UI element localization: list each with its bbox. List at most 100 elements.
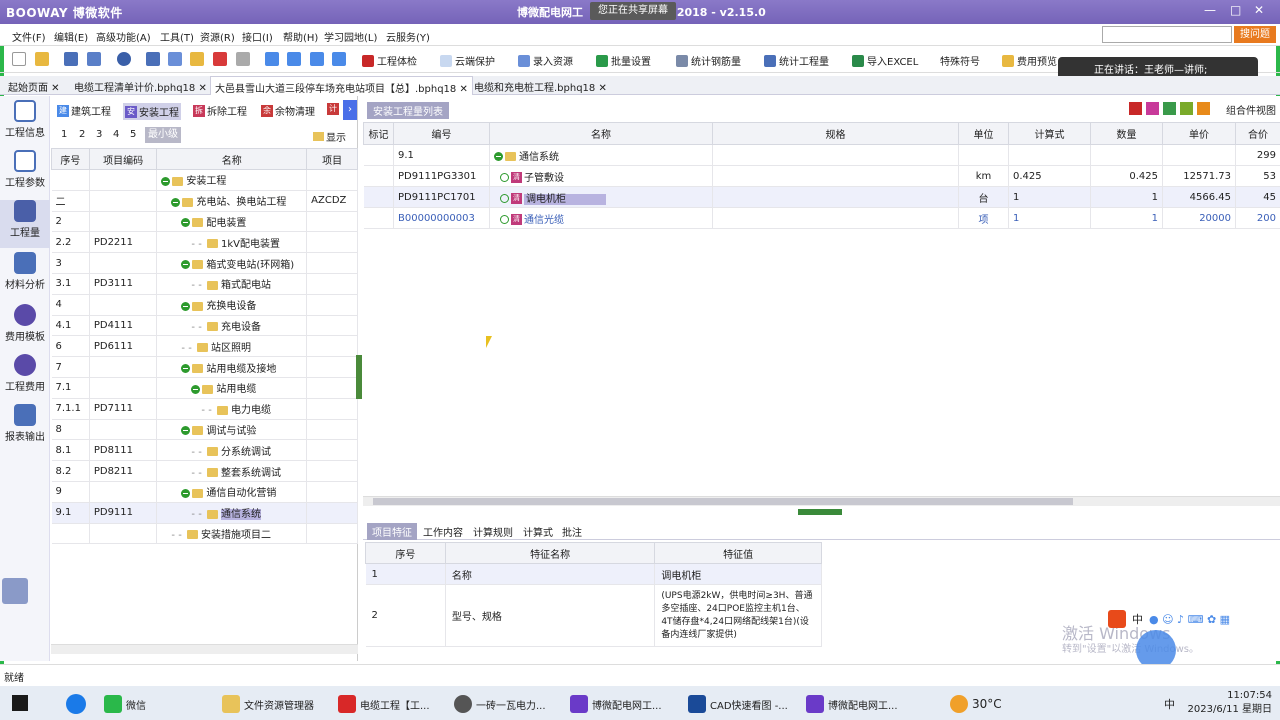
special-symbol-button[interactable]: 特殊符号 xyxy=(940,53,980,68)
qty-value[interactable]: 1 xyxy=(1090,186,1163,208)
level-4[interactable]: 4 xyxy=(113,129,119,140)
quantity-row[interactable]: 9.1 通信系统 299 xyxy=(363,144,1280,166)
collapse-icon[interactable] xyxy=(181,488,191,498)
tree-row[interactable]: 7 站用电缆及接地 xyxy=(51,356,358,378)
tree-row[interactable]: - - 安装措施项目二 xyxy=(51,523,358,545)
copy-icon[interactable] xyxy=(168,52,182,66)
tree-row[interactable]: 9.1 PD9111- - 通信系统 xyxy=(51,502,358,524)
menu-resources[interactable]: 资源(R) xyxy=(200,29,235,44)
arrow-down-icon[interactable] xyxy=(287,52,301,66)
tree-row[interactable]: 8.2 PD8211- - 整套系统调试 xyxy=(51,460,358,482)
tree-name[interactable]: - - 充电设备 xyxy=(156,315,308,337)
tree-name[interactable]: - - 分系统调试 xyxy=(156,439,308,462)
qty-value[interactable] xyxy=(1090,144,1163,166)
task-bowei-1[interactable]: 博微配电网工... xyxy=(570,695,662,713)
tree-row[interactable]: 二 充电站、换电站工程 AZCDZ xyxy=(51,190,358,212)
qty-unit[interactable]: km xyxy=(958,165,1009,187)
tree-row[interactable]: 3.1 PD3111- - 箱式配电站 xyxy=(51,273,358,295)
search-input[interactable] xyxy=(1102,26,1232,43)
quantity-row[interactable]: PD9111PG3301 清子管敷设 km 0.425 0.425 12571.73 53 xyxy=(363,165,1280,187)
share-notice[interactable]: 您正在共享屏幕 xyxy=(590,2,676,20)
tab-notes[interactable]: 批注 xyxy=(562,524,582,539)
tab-work-content[interactable]: 工作内容 xyxy=(423,524,463,539)
tree-name[interactable]: 调试与试验 xyxy=(156,419,308,441)
tree-row[interactable]: 7.1 站用电缆 xyxy=(51,377,358,399)
display-button[interactable]: 显示 xyxy=(313,129,346,144)
tab-formula[interactable]: 计算式 xyxy=(523,524,553,539)
collapse-icon[interactable] xyxy=(181,364,191,374)
qty-spec[interactable] xyxy=(712,144,959,166)
panel-splitter[interactable] xyxy=(356,355,362,399)
task-cad[interactable]: CAD快速看图 -... xyxy=(688,695,788,713)
stat-rebar-button[interactable]: 统计钢筋量 xyxy=(676,53,741,68)
tree-row[interactable]: 2.2 PD2211- - 1kV配电装置 xyxy=(51,231,358,254)
batch-settings-button[interactable]: 批量设置 xyxy=(596,53,651,68)
expand-icon[interactable] xyxy=(500,194,509,203)
save-as-icon[interactable] xyxy=(87,52,101,66)
windows-start-icon[interactable] xyxy=(12,695,28,711)
tree-row[interactable]: 9 通信自动化营销 xyxy=(51,481,358,503)
tree-name[interactable]: 充电站、换电站工程 xyxy=(156,190,308,212)
qty-price[interactable]: 4566.45 xyxy=(1162,186,1236,208)
tree-name[interactable]: 充换电设备 xyxy=(156,294,308,316)
tree-name[interactable]: - - 整套系统调试 xyxy=(156,460,308,482)
tree-row[interactable]: 8 调试与试验 xyxy=(51,419,358,441)
collapse-icon[interactable] xyxy=(181,301,191,311)
level-3[interactable]: 3 xyxy=(96,129,102,140)
qty-formula[interactable] xyxy=(1008,144,1091,166)
qty-code[interactable]: 9.1 xyxy=(393,144,490,166)
feature-value[interactable]: (UPS电源2kW，供电时间≥3H、普通多空插座、24口POE监控主机1台、4T… xyxy=(654,584,822,647)
qty-name[interactable]: 清调电机柜 xyxy=(489,186,713,208)
qty-unit[interactable]: 台 xyxy=(958,186,1009,208)
feature-value[interactable]: 调电机柜 xyxy=(654,563,822,585)
collapse-icon[interactable] xyxy=(171,197,181,207)
tree-name[interactable]: - - 通信系统 xyxy=(156,502,308,524)
level-2[interactable]: 2 xyxy=(79,129,85,140)
menu-edit[interactable]: 编辑(E) xyxy=(54,29,88,44)
tab-install[interactable]: 安安装工程 xyxy=(123,103,181,120)
quantity-row[interactable]: B00000000003 清通信光缆项 1 1 20000 200 xyxy=(363,207,1280,229)
tab-main-project[interactable]: 大邑县雪山大道三段停车场充电站项目【总】.bphq18 ✕ xyxy=(210,76,473,95)
tree-name[interactable]: - - 电力电缆 xyxy=(156,398,308,420)
minimize-button[interactable]: — xyxy=(1204,3,1216,17)
cut-icon[interactable] xyxy=(146,52,160,66)
tab-features[interactable]: 项目特征 xyxy=(367,523,417,540)
qty-unit[interactable] xyxy=(958,144,1009,166)
tab-calc-rules[interactable]: 计算规则 xyxy=(473,524,513,539)
nav-project-fee[interactable]: 工程费用 xyxy=(0,354,50,402)
qty-spec[interactable] xyxy=(712,186,959,208)
level-1[interactable]: 1 xyxy=(61,129,67,140)
arrow-up-icon[interactable] xyxy=(265,52,279,66)
tree-name[interactable]: 安装工程 xyxy=(156,169,308,191)
quantity-scrollbar[interactable] xyxy=(363,496,1280,506)
collapse-icon[interactable] xyxy=(181,218,191,228)
clock[interactable]: 11:07:54 2023/6/11 星期日 xyxy=(1188,689,1272,717)
qty-name[interactable]: 通信系统 xyxy=(489,144,713,166)
expand-icon[interactable] xyxy=(500,173,509,182)
qty-code[interactable]: PD9111PC1701 xyxy=(393,186,490,208)
level-5[interactable]: 5 xyxy=(130,129,136,140)
stat-quantity-button[interactable]: 统计工程量 xyxy=(764,53,829,68)
feature-row[interactable]: 2 型号、规格 (UPS电源2kW，供电时间≥3H、普通多空插座、24口POE监… xyxy=(365,584,822,647)
menu-help[interactable]: 帮助(H) xyxy=(283,29,318,44)
tree-row[interactable]: 4 充换电设备 xyxy=(51,294,358,316)
qty-spec[interactable] xyxy=(712,165,959,187)
qty-price[interactable] xyxy=(1162,144,1236,166)
new-file-icon[interactable] xyxy=(12,52,26,66)
menu-interface[interactable]: 接口(I) xyxy=(242,29,273,44)
nav-material-analysis[interactable]: 材料分析 xyxy=(0,252,50,300)
tree-name[interactable]: - - 安装措施项目二 xyxy=(156,523,308,545)
task-wechat[interactable]: 微信 xyxy=(104,695,146,713)
tree-name[interactable]: 站用电缆及接地 xyxy=(156,356,308,378)
qty-value[interactable]: 0.425 xyxy=(1090,165,1163,187)
tab-building[interactable]: 建建筑工程 xyxy=(57,103,111,118)
qty-price[interactable]: 12571.73 xyxy=(1162,165,1236,187)
tree-row[interactable]: 安装工程 xyxy=(51,169,358,191)
qty-spec[interactable] xyxy=(712,207,959,229)
tree-row[interactable]: 8.1 PD8111- - 分系统调试 xyxy=(51,439,358,462)
delete-icon[interactable] xyxy=(213,52,227,66)
weather[interactable]: 30°C xyxy=(950,695,1002,713)
close-button[interactable]: ✕ xyxy=(1254,3,1264,17)
menu-advanced[interactable]: 高级功能(A) xyxy=(96,29,151,44)
tab-cleanup[interactable]: 余余物清理 xyxy=(261,103,315,118)
